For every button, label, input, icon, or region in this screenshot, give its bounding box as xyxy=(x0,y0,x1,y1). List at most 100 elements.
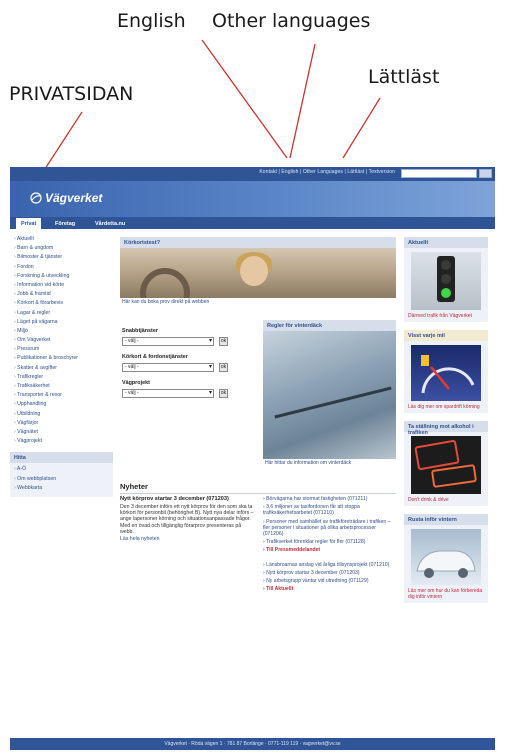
sidebar-nav-item[interactable]: Fordon xyxy=(10,263,113,272)
quick-services-ok-button[interactable]: ok xyxy=(219,337,228,346)
sidebar-nav-item[interactable]: Vägnätet xyxy=(10,428,113,437)
find-box-link[interactable]: Webbkarta xyxy=(10,484,113,493)
find-box-link[interactable]: A-Ö xyxy=(10,465,113,474)
callout-lines xyxy=(40,39,381,175)
find-box-title: Hitta xyxy=(10,452,113,464)
quick-services-form: Snabbtjänster - välj - ok Körkort & ford… xyxy=(120,320,255,398)
sidebar-nav-item[interactable]: Publikationer & broschyrer xyxy=(10,354,113,363)
snow-car-icon xyxy=(416,550,476,578)
search-input[interactable] xyxy=(401,169,477,178)
sidebar-nav-item[interactable]: Jobb & framtid xyxy=(10,290,113,299)
frosted-windshield-photo[interactable] xyxy=(263,331,396,459)
sidebar-nav-item[interactable]: Skatter & avgifter xyxy=(10,364,113,373)
news-link[interactable]: Till Pressmeddelandet xyxy=(263,547,396,553)
sidebar-nav-item[interactable]: Aktuellt xyxy=(10,235,113,244)
fuel-box: Visst varje mil Läs dig mer om spardrift… xyxy=(404,330,488,413)
road-projects-ok-button[interactable]: ok xyxy=(219,389,228,398)
line-privatsidan xyxy=(40,111,83,175)
sidebar-nav-item[interactable]: Transporter & resor xyxy=(10,391,113,400)
sidebar-nav-item[interactable]: Om Vägverket xyxy=(10,336,113,345)
logo-text: Vägverket xyxy=(45,191,103,205)
sidebar-nav-item[interactable]: Forskning & utveckling xyxy=(10,272,113,281)
top-utility-bar: Kontakt | English | Other Languages | Lä… xyxy=(10,167,495,181)
news-link[interactable]: Trafikverket förenklar regler för fler (… xyxy=(263,539,396,545)
news-link[interactable]: Börvägarna har stormat fastigheten (0712… xyxy=(263,496,396,502)
quick-services-select[interactable]: - välj - xyxy=(122,337,214,346)
sidebar-nav-item[interactable]: Bilmoster & tjänster xyxy=(10,253,113,262)
news-link[interactable]: Nytt körprov startar 3 december (071203) xyxy=(263,570,396,576)
license-services-ok-button[interactable]: ok xyxy=(219,363,228,372)
sidebar-nav-item[interactable]: Upphandling xyxy=(10,400,113,409)
right-column: Aktuellt Därmed trafik från Vägverket Vi… xyxy=(404,237,488,611)
alcohol-box-link[interactable]: Don't drink & drive xyxy=(404,496,488,506)
fuel-gauge-image[interactable] xyxy=(411,345,481,401)
traffic-light-icon xyxy=(437,256,455,302)
logo-mark-icon xyxy=(30,192,42,204)
tab-privat[interactable]: Privat xyxy=(16,218,42,229)
sidebar-nav-item[interactable]: Trafiksäkerhet xyxy=(10,382,113,391)
driving-test-link[interactable]: Här kan du boka prov direkt på webben xyxy=(120,298,396,306)
sidebar-nav-item[interactable]: Trafikregler xyxy=(10,373,113,382)
winter-tires-link[interactable]: Här hittar du information om vinterdäck xyxy=(263,459,396,467)
line-lattlast xyxy=(342,97,381,159)
website-frame: Kontakt | English | Other Languages | Lä… xyxy=(10,167,495,756)
sidebar-nav-item[interactable]: Vägprojekt xyxy=(10,437,113,446)
sidebar-nav-item[interactable]: Vägfärjor xyxy=(10,419,113,428)
site-logo[interactable]: Vägverket xyxy=(30,191,102,205)
news-link[interactable]: Länsbroarnas anslag vid årliga tillsynsp… xyxy=(263,562,396,568)
fuel-box-title: Visst varje mil xyxy=(404,330,488,341)
find-box-link[interactable]: Om webbplatsen xyxy=(10,475,113,484)
license-services-label: Körkort & fordonstjänster xyxy=(122,354,188,360)
tab-vardetta[interactable]: Vårdetta.nu xyxy=(90,218,130,229)
fuel-box-link[interactable]: Läs dig mer om spardrift körning xyxy=(404,403,488,413)
traffic-light-image[interactable] xyxy=(411,252,481,310)
news-main-item: Nytt körprov startar 3 december (071203)… xyxy=(120,496,255,542)
tab-foretag[interactable]: Företag xyxy=(50,218,80,229)
driving-test-heading: Körkortstest? xyxy=(120,237,396,248)
left-nav-list: AktuelltBarn & ungdomBilmoster & tjänste… xyxy=(10,235,113,446)
language-links[interactable]: Kontakt | English | Other Languages | Lä… xyxy=(259,169,395,175)
winter-tires-panel: Regler för vinterdäck Här hittar du info… xyxy=(263,320,396,467)
sidebar-nav-item[interactable]: Läget på vägarna xyxy=(10,318,113,327)
sidebar-nav-item[interactable]: Miljö xyxy=(10,327,113,336)
news-item-title[interactable]: Nytt körprov startar 3 december (071203) xyxy=(120,496,255,503)
news-heading: Nyheter xyxy=(120,482,396,494)
left-nav: AktuelltBarn & ungdomBilmoster & tjänste… xyxy=(10,235,113,497)
news-box-link[interactable]: Därmed trafik från Vägverket xyxy=(404,312,488,322)
winter-box-title: Rusta inför vintern xyxy=(404,514,488,525)
news-link-list: Börvägarna har stormat fastigheten (0712… xyxy=(263,496,396,594)
news-box: Aktuellt Därmed trafik från Vägverket xyxy=(404,237,488,322)
quick-services-label: Snabbtjänster xyxy=(122,328,158,334)
license-services-select[interactable]: - välj - xyxy=(122,363,214,372)
winter-box-link[interactable]: Läs mer om hur du kan förbereda dig infö… xyxy=(404,587,488,603)
search-button[interactable] xyxy=(479,169,492,178)
sidebar-nav-item[interactable]: Körkort & förarbevis xyxy=(10,299,113,308)
driving-test-photo[interactable] xyxy=(120,248,396,298)
news-link[interactable]: Personer med samhället av trafikföreträd… xyxy=(263,519,396,538)
speedometer-icon xyxy=(421,355,475,394)
news-link[interactable]: 3,6 miljoner av taxifordonen får att sto… xyxy=(263,504,396,516)
news-section: Nyheter Nytt körprov startar 3 december … xyxy=(120,482,396,592)
alcohol-box-title: Ta ställning mot alkohol i trafiken xyxy=(404,421,488,436)
news-link[interactable]: Ny arbetsgrupp väntar vid utredning (071… xyxy=(263,578,396,584)
find-box: A-ÖOm webbplatsenWebbkarta xyxy=(10,463,113,497)
news-link[interactable]: Till Aktuellt xyxy=(263,586,396,592)
line-other-languages xyxy=(289,43,316,159)
road-projects-select[interactable]: - välj - xyxy=(122,389,214,398)
winter-box: Rusta inför vintern Läs mer om hur du ka… xyxy=(404,514,488,603)
snowy-car-image[interactable] xyxy=(411,529,481,585)
sidebar-nav-item[interactable]: Utbildning xyxy=(10,410,113,419)
sidebar-nav-item[interactable]: Lagar & regler xyxy=(10,309,113,318)
news-read-more-link[interactable]: Läs hela nyheten xyxy=(120,536,255,542)
sidebar-nav-item[interactable]: Pressrum xyxy=(10,345,113,354)
section-tabs: Privat Företag Vårdetta.nu xyxy=(10,217,495,229)
dont-drink-drive-image[interactable] xyxy=(411,436,481,494)
line-english xyxy=(201,39,288,159)
sidebar-nav-item[interactable]: Barn & ungdom xyxy=(10,244,113,253)
neon-sign-icon xyxy=(414,440,477,488)
sidebar-nav-item[interactable]: Information vid körte xyxy=(10,281,113,290)
site-footer: Vägverket · Röda vägen 1 · 781 87 Borlän… xyxy=(10,738,495,750)
news-item-body: Den 3 december införs ett nytt körprov f… xyxy=(120,504,254,535)
road-projects-label: Vägprojekt xyxy=(122,380,150,386)
main-content: Körkortstest? Här kan du boka prov direk… xyxy=(120,237,396,592)
